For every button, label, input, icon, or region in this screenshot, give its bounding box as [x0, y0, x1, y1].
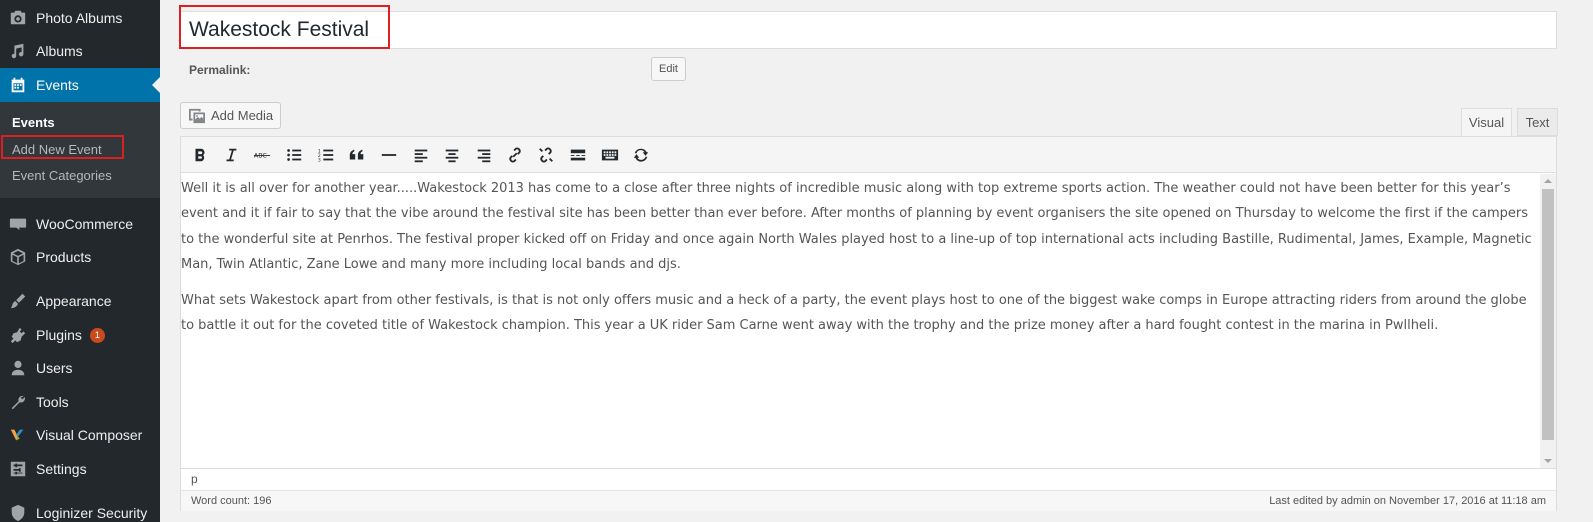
submenu-item-events[interactable]: Events: [12, 115, 55, 130]
sidebar-item-label: Tools: [36, 394, 69, 410]
sidebar-item-visual-composer[interactable]: Visual Composer: [0, 418, 160, 452]
element-path[interactable]: p: [181, 468, 1556, 490]
sidebar-item-loginizer-security[interactable]: Loginizer Security: [0, 496, 160, 522]
brush-icon: [0, 292, 36, 310]
settings-icon: [0, 460, 36, 478]
box-icon: [0, 248, 36, 266]
plugin-icon: [0, 326, 36, 344]
sidebar-item-label: Settings: [36, 461, 87, 477]
sidebar-item-albums[interactable]: Albums: [0, 34, 160, 68]
word-count: Word count: 196: [191, 495, 272, 507]
submenu-item-event-categories[interactable]: Event Categories: [12, 168, 112, 183]
align-left-icon[interactable]: [408, 143, 434, 167]
sidebar-item-settings[interactable]: Settings: [0, 452, 160, 486]
align-center-icon[interactable]: [439, 143, 465, 167]
sidebar-item-label: Albums: [36, 43, 83, 59]
sidebar-item-label: Visual Composer: [36, 427, 143, 443]
sidebar-item-users[interactable]: Users: [0, 351, 160, 385]
admin-sidebar: Photo Albums Albums Events Events Add Ne…: [0, 0, 160, 522]
sidebar-item-label: WooCommerce: [36, 216, 133, 232]
wrench-icon: [0, 393, 36, 411]
editor-scrollbar[interactable]: [1540, 174, 1556, 468]
bullet-list-icon[interactable]: [281, 143, 307, 167]
post-title-input[interactable]: [181, 12, 1556, 48]
woo-icon: [0, 215, 36, 233]
sidebar-item-label: Products: [36, 249, 92, 265]
sidebar-item-label: Photo Albums: [36, 10, 123, 26]
editor-status-bar: Word count: 196 Last edited by admin on …: [181, 490, 1556, 511]
sidebar-item-photo-albums[interactable]: Photo Albums: [0, 1, 160, 35]
sidebar-item-woocommerce[interactable]: WooCommerce: [0, 207, 160, 241]
camera-icon: [0, 9, 36, 27]
strikethrough-icon[interactable]: ABC: [249, 143, 275, 167]
shield-icon: [0, 504, 36, 522]
tab-text[interactable]: Text: [1517, 108, 1558, 136]
sidebar-item-events[interactable]: Events: [0, 68, 160, 102]
user-icon: [0, 359, 36, 377]
post-title-wrap: [180, 11, 1557, 49]
tab-visual[interactable]: Visual: [1461, 108, 1512, 136]
sidebar-item-plugins[interactable]: Plugins 1: [0, 318, 160, 352]
unlink-icon[interactable]: [533, 143, 559, 167]
sidebar-item-label: Loginizer Security: [36, 505, 148, 521]
permalink-label: Permalink:: [189, 63, 251, 77]
sidebar-item-products[interactable]: Products: [0, 240, 160, 274]
events-submenu: Events Add New Event Event Categories: [0, 102, 160, 198]
sidebar-item-label: Appearance: [36, 293, 112, 309]
italic-icon[interactable]: [218, 143, 244, 167]
svg-text:3: 3: [318, 157, 321, 163]
bold-icon[interactable]: [187, 143, 213, 167]
calendar-icon: [0, 76, 36, 94]
content-paragraph: Well it is all over for another year....…: [181, 181, 1532, 272]
scroll-up-arrow-icon[interactable]: [1544, 179, 1552, 183]
refresh-icon[interactable]: [628, 143, 654, 167]
sidebar-item-label: Plugins: [36, 327, 82, 343]
read-more-icon[interactable]: [565, 143, 591, 167]
sidebar-item-tools[interactable]: Tools: [0, 385, 160, 419]
add-media-button[interactable]: Add Media: [180, 102, 281, 129]
scroll-down-arrow-icon[interactable]: [1544, 459, 1552, 463]
sidebar-item-label: Events: [36, 77, 79, 93]
music-icon: [0, 42, 36, 60]
horizontal-line-icon[interactable]: [376, 143, 402, 167]
sidebar-item-label: Users: [36, 360, 73, 376]
content-paragraph: What sets Wakestock apart from other fes…: [181, 293, 1527, 334]
page-scrollbar[interactable]: [1567, 0, 1593, 522]
permalink-edit-button[interactable]: Edit: [651, 57, 686, 81]
align-right-icon[interactable]: [471, 143, 497, 167]
vc-icon: [0, 426, 36, 444]
plugins-update-badge: 1: [89, 327, 105, 343]
post-editor: ABC 123 Well it is all over for another …: [180, 136, 1557, 511]
last-edited: Last edited by admin on November 17, 201…: [1269, 495, 1546, 507]
editor-content[interactable]: Well it is all over for another year....…: [181, 174, 1542, 468]
submenu-item-add-new-event[interactable]: Add New Event: [12, 142, 102, 157]
toolbar-toggle-icon[interactable]: [597, 143, 623, 167]
scroll-thumb[interactable]: [1542, 189, 1554, 440]
svg-text:ABC: ABC: [254, 153, 268, 160]
add-media-label: Add Media: [211, 108, 274, 123]
add-media-icon: [189, 108, 205, 123]
link-icon[interactable]: [502, 143, 528, 167]
numbered-list-icon[interactable]: 123: [313, 143, 339, 167]
editor-toolbar: ABC 123: [181, 137, 1556, 173]
blockquote-icon[interactable]: [344, 143, 370, 167]
sidebar-item-appearance[interactable]: Appearance: [0, 284, 160, 318]
